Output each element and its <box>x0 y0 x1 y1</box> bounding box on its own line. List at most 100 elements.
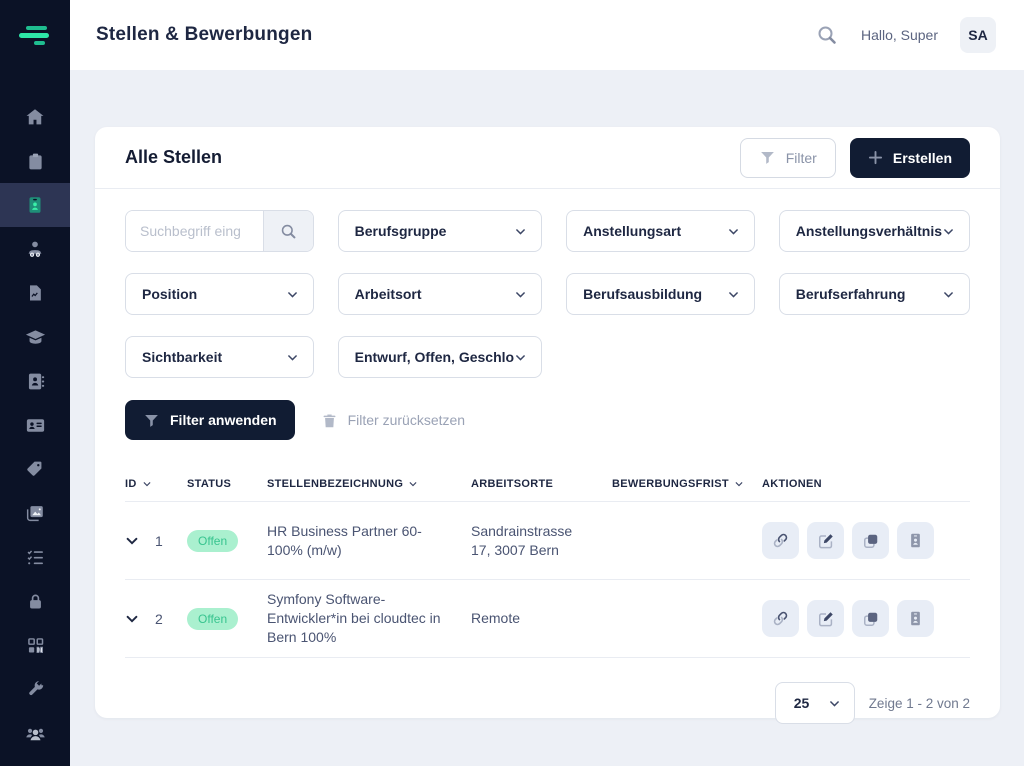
copy-icon <box>861 609 881 629</box>
expand-row-button[interactable] <box>125 534 139 548</box>
contact-book-icon <box>25 371 46 392</box>
column-header-id[interactable]: ID <box>125 478 187 490</box>
reset-filter-label: Filter zurücksetzen <box>348 412 465 428</box>
users-icon <box>24 722 47 745</box>
id-badge-icon <box>24 194 46 216</box>
tag-icon <box>24 458 46 480</box>
chevron-down-icon <box>727 225 740 238</box>
table-row: 2 Offen Symfony Software-Entwickler*in b… <box>125 580 970 658</box>
wrench-icon <box>25 679 46 700</box>
table-header-row: ID STATUS STELLENBEZEICHNUNG ARBEITSORTE <box>125 466 970 502</box>
sidebar-item-contacts[interactable] <box>0 359 70 403</box>
sidebar-item-users[interactable] <box>0 711 70 755</box>
column-header-aktionen: AKTIONEN <box>762 478 970 490</box>
table-row: 1 Offen HR Business Partner 60-100% (m/w… <box>125 502 970 580</box>
sort-chevron-icon <box>734 479 744 489</box>
duplicate-button[interactable] <box>852 600 889 637</box>
checklist-icon <box>25 547 46 568</box>
sidebar-item-tasks[interactable] <box>0 535 70 579</box>
dropdown-berufserfahrung[interactable]: Berufserfahrung <box>779 273 970 315</box>
sidebar-item-reports[interactable] <box>0 271 70 315</box>
jobs-table: ID STATUS STELLENBEZEICHNUNG ARBEITSORTE <box>125 466 970 658</box>
dropdown-label: Berufsgruppe <box>355 223 447 239</box>
sidebar-item-security[interactable] <box>0 579 70 623</box>
chevron-down-icon <box>514 351 527 364</box>
sidebar-item-education[interactable] <box>0 315 70 359</box>
dropdown-anstellungsart[interactable]: Anstellungsart <box>566 210 755 252</box>
copy-link-button[interactable] <box>762 600 799 637</box>
dropdown-label: Berufsausbildung <box>583 286 702 302</box>
plus-icon <box>868 150 883 165</box>
search-icon <box>279 222 298 241</box>
chevron-down-icon <box>942 288 955 301</box>
reset-filter-button[interactable]: Filter zurücksetzen <box>321 412 465 429</box>
sidebar-item-settings[interactable] <box>0 667 70 711</box>
chevron-down-icon <box>828 697 841 710</box>
search-submit-button[interactable] <box>263 211 313 251</box>
job-title: Symfony Software-Entwickler*in bei cloud… <box>267 590 471 647</box>
candidate-badge-button[interactable] <box>897 600 934 637</box>
id-card-icon <box>24 414 47 437</box>
job-locations: Remote <box>471 609 612 628</box>
chevron-down-icon <box>286 351 299 364</box>
dropdown-anstellungsverhaeltnis[interactable]: Anstellungsverhältnis <box>779 210 970 252</box>
dropdown-berufsgruppe[interactable]: Berufsgruppe <box>338 210 542 252</box>
search-icon[interactable] <box>815 23 839 47</box>
sidebar-item-home[interactable] <box>0 95 70 139</box>
page-size-value: 25 <box>794 695 810 711</box>
copy-link-button[interactable] <box>762 522 799 559</box>
app-logo[interactable] <box>0 0 70 70</box>
panel-title: Alle Stellen <box>125 147 222 168</box>
expand-row-button[interactable] <box>125 612 139 626</box>
sidebar-item-id-cards[interactable] <box>0 403 70 447</box>
column-header-status: STATUS <box>187 478 267 490</box>
dropdown-berufsausbildung[interactable]: Berufsausbildung <box>566 273 755 315</box>
edit-button[interactable] <box>807 522 844 559</box>
apply-filter-button[interactable]: Filter anwenden <box>125 400 295 440</box>
sidebar-item-tags[interactable] <box>0 447 70 491</box>
page-size-select[interactable]: 25 <box>775 682 855 724</box>
dropdown-sichtbarkeit[interactable]: Sichtbarkeit <box>125 336 314 378</box>
job-title: HR Business Partner 60-100% (m/w) <box>267 522 471 560</box>
image-icon <box>24 502 46 524</box>
user-greeting: Hallo, Super <box>861 27 938 43</box>
pagination: 25 Zeige 1 - 2 von 2 <box>125 682 970 724</box>
sidebar <box>0 0 70 766</box>
chevron-down-icon <box>514 288 527 301</box>
candidate-badge-button[interactable] <box>897 522 934 559</box>
dropdown-label: Anstellungsart <box>583 223 681 239</box>
chevron-down-icon <box>727 288 740 301</box>
funnel-icon <box>759 149 776 166</box>
create-button[interactable]: Erstellen <box>850 138 970 178</box>
jobs-panel: Alle Stellen Filter Erstellen <box>95 127 1000 718</box>
dropdown-label: Position <box>142 286 197 302</box>
link-icon <box>770 608 791 629</box>
dropdown-arbeitsort[interactable]: Arbeitsort <box>338 273 542 315</box>
status-badge: Offen <box>187 608 238 630</box>
column-header-bewerbungsfrist[interactable]: BEWERBUNGSFRIST <box>612 478 762 490</box>
column-header-stellenbezeichnung[interactable]: STELLENBEZEICHNUNG <box>267 478 471 490</box>
dropdown-label: Anstellungsverhältnis <box>796 223 942 239</box>
sidebar-item-jobs-active[interactable] <box>0 183 70 227</box>
link-icon <box>770 530 791 551</box>
dropdown-position[interactable]: Position <box>125 273 314 315</box>
sidebar-item-candidate-search[interactable] <box>0 227 70 271</box>
avatar[interactable]: SA <box>960 17 996 53</box>
filter-grid: Berufsgruppe Anstellungsart Anstellungsv… <box>125 210 970 378</box>
dropdown-status[interactable]: Entwurf, Offen, Geschlo <box>338 336 542 378</box>
graduation-cap-icon <box>24 326 47 349</box>
filter-toggle-button[interactable]: Filter <box>740 138 836 178</box>
duplicate-button[interactable] <box>852 522 889 559</box>
column-label: ID <box>125 478 137 490</box>
sort-chevron-icon <box>408 479 418 489</box>
create-button-label: Erstellen <box>893 150 952 166</box>
column-label: ARBEITSORTE <box>471 478 553 490</box>
sidebar-item-clipboard[interactable] <box>0 139 70 183</box>
edit-button[interactable] <box>807 600 844 637</box>
search-input[interactable] <box>126 211 263 251</box>
sidebar-item-qr[interactable] <box>0 623 70 667</box>
sidebar-nav <box>0 95 70 755</box>
home-icon <box>24 106 46 128</box>
row-id: 2 <box>155 611 163 627</box>
sidebar-item-media[interactable] <box>0 491 70 535</box>
